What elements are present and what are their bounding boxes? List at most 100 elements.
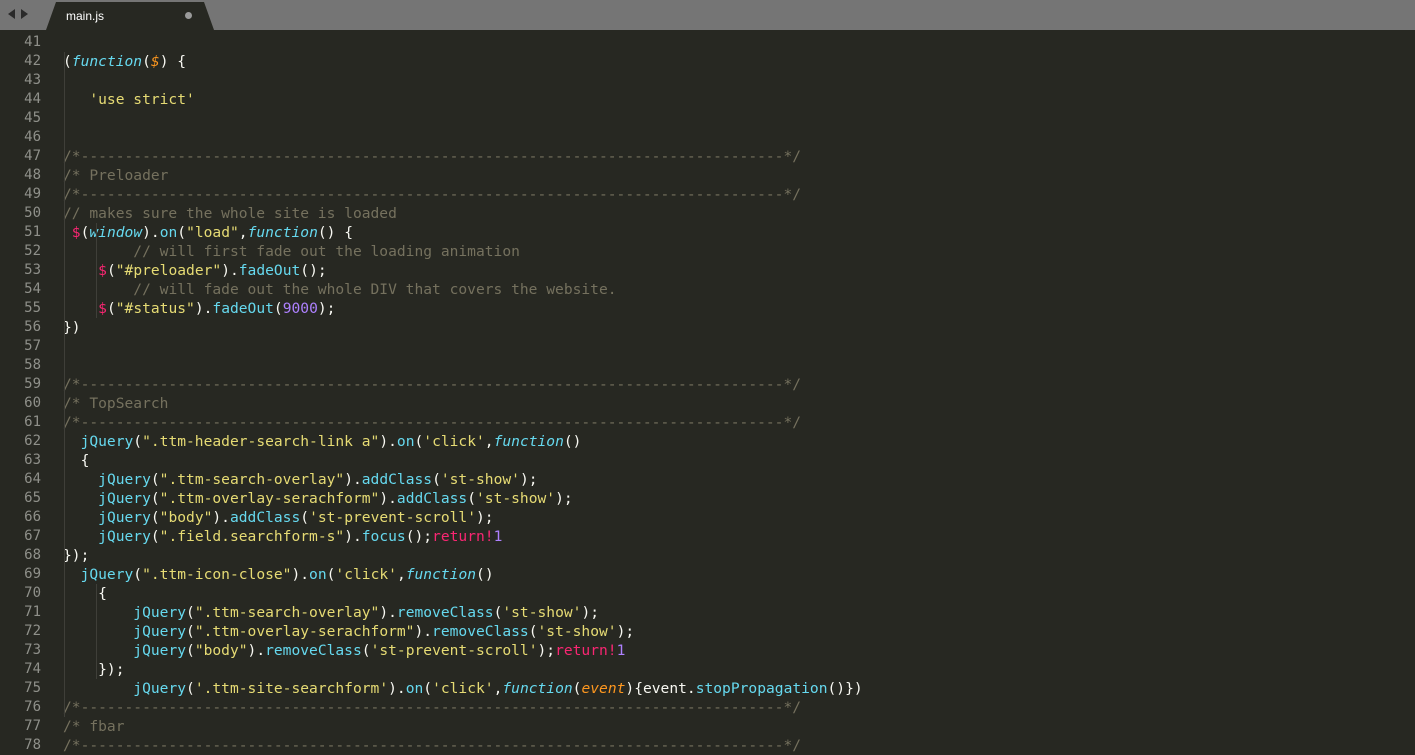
- line-number: 41: [24, 34, 41, 50]
- line-number: 51: [24, 224, 41, 240]
- code-text: /*--------------------------------------…: [63, 186, 802, 203]
- code-text: jQuery(".ttm-overlay-serachform").addCla…: [98, 490, 573, 507]
- code-text: }): [63, 319, 81, 336]
- code-line[interactable]: 70 {: [0, 584, 1415, 603]
- code-line[interactable]: 63 {: [0, 451, 1415, 470]
- line-number: 58: [24, 357, 41, 373]
- code-line[interactable]: 57: [0, 337, 1415, 356]
- code-text: $("#status").fadeOut(9000);: [98, 300, 336, 317]
- code-text: /* fbar: [63, 718, 125, 735]
- code-text: $(window).on("load",function() {: [71, 224, 354, 241]
- chevron-right-icon[interactable]: [21, 9, 28, 19]
- code-text: {: [63, 585, 107, 602]
- code-line[interactable]: 51 $(window).on("load",function() {: [0, 223, 1415, 242]
- code-line[interactable]: 72 jQuery(".ttm-overlay-serachform").rem…: [0, 622, 1415, 641]
- code-line[interactable]: 64 jQuery(".ttm-search-overlay").addClas…: [0, 470, 1415, 489]
- code-line[interactable]: 76 /*------------------------------------…: [0, 698, 1415, 717]
- line-number: 73: [24, 642, 41, 658]
- code-text: /*--------------------------------------…: [63, 148, 802, 165]
- line-number: 75: [24, 680, 41, 696]
- code-text: jQuery(".field.searchform-s").focus();re…: [98, 528, 503, 545]
- code-line[interactable]: 50 // makes sure the whole site is loaded: [0, 204, 1415, 223]
- code-line[interactable]: 53 $("#preloader").fadeOut();: [0, 261, 1415, 280]
- code-text: jQuery(".ttm-search-overlay").removeClas…: [133, 604, 600, 621]
- code-line[interactable]: 45: [0, 109, 1415, 128]
- code-text: jQuery(".ttm-icon-close").on('click',fun…: [80, 566, 494, 583]
- line-number: 74: [24, 661, 41, 677]
- code-text: jQuery("body").addClass('st-prevent-scro…: [98, 509, 494, 526]
- code-text: (function($) {: [63, 53, 187, 70]
- line-number: 43: [24, 72, 41, 88]
- line-number: 65: [24, 490, 41, 506]
- code-line[interactable]: 75 jQuery('.ttm-site-searchform').on('cl…: [0, 679, 1415, 698]
- code-text: /* TopSearch: [63, 395, 169, 412]
- code-text: /* Preloader: [63, 167, 169, 184]
- code-line[interactable]: 41: [0, 33, 1415, 52]
- code-line[interactable]: 56}): [0, 318, 1415, 337]
- code-line[interactable]: 59 /*------------------------------------…: [0, 375, 1415, 394]
- line-number: 57: [24, 338, 41, 354]
- code-line[interactable]: 73 jQuery("body").removeClass('st-preven…: [0, 641, 1415, 660]
- line-number: 42: [24, 53, 41, 69]
- line-number: 59: [24, 376, 41, 392]
- code-text: 'use strict': [89, 91, 195, 108]
- tab-navigation: [8, 7, 28, 21]
- line-number: 61: [24, 414, 41, 430]
- code-text: /*--------------------------------------…: [63, 699, 802, 716]
- indent-guide: [96, 584, 97, 679]
- line-number: 54: [24, 281, 41, 297]
- code-text: jQuery(".ttm-search-overlay").addClass('…: [98, 471, 538, 488]
- tab-bar: main.js: [0, 0, 1415, 30]
- code-line[interactable]: 46: [0, 128, 1415, 147]
- line-number: 70: [24, 585, 41, 601]
- line-number: 76: [24, 699, 41, 715]
- line-number: 72: [24, 623, 41, 639]
- code-line[interactable]: 60 /* TopSearch: [0, 394, 1415, 413]
- code-line[interactable]: 65 jQuery(".ttm-overlay-serachform").add…: [0, 489, 1415, 508]
- indent-guide: [64, 52, 65, 717]
- code-text: jQuery(".ttm-header-search-link a").on('…: [80, 433, 582, 450]
- code-line[interactable]: 47 /*------------------------------------…: [0, 147, 1415, 166]
- line-number: 46: [24, 129, 41, 145]
- code-text: // will first fade out the loading anima…: [133, 243, 520, 260]
- code-text: /*--------------------------------------…: [63, 376, 802, 393]
- code-text: jQuery('.ttm-site-searchform').on('click…: [133, 680, 863, 697]
- line-number: 67: [24, 528, 41, 544]
- code-line[interactable]: 52 // will first fade out the loading an…: [0, 242, 1415, 261]
- code-text: {: [63, 452, 90, 469]
- line-number: 62: [24, 433, 41, 449]
- code-line[interactable]: 69 jQuery(".ttm-icon-close").on('click',…: [0, 565, 1415, 584]
- code-editor[interactable]: 41 42 (function($) { 43 44 'use strict' 45 46 4…: [0, 33, 1415, 754]
- line-number: 53: [24, 262, 41, 278]
- code-line[interactable]: 62 jQuery(".ttm-header-search-link a").o…: [0, 432, 1415, 451]
- code-line[interactable]: 68});: [0, 546, 1415, 565]
- code-line[interactable]: 49 /*------------------------------------…: [0, 185, 1415, 204]
- line-number: 68: [24, 547, 41, 563]
- line-number: 69: [24, 566, 41, 582]
- code-text: jQuery(".ttm-overlay-serachform").remove…: [133, 623, 635, 640]
- tab-main-js[interactable]: main.js: [46, 2, 214, 30]
- code-line[interactable]: 48 /* Preloader: [0, 166, 1415, 185]
- code-line[interactable]: 67 jQuery(".field.searchform-s").focus()…: [0, 527, 1415, 546]
- code-line[interactable]: 54 // will fade out the whole DIV that c…: [0, 280, 1415, 299]
- code-line[interactable]: 43: [0, 71, 1415, 90]
- chevron-left-icon[interactable]: [8, 9, 15, 19]
- code-line[interactable]: 77 /* fbar: [0, 717, 1415, 736]
- code-line[interactable]: 66 jQuery("body").addClass('st-prevent-s…: [0, 508, 1415, 527]
- code-line[interactable]: 71 jQuery(".ttm-search-overlay").removeC…: [0, 603, 1415, 622]
- code-line[interactable]: 61 /*------------------------------------…: [0, 413, 1415, 432]
- code-text: /*--------------------------------------…: [63, 737, 802, 754]
- code-text: });: [63, 661, 125, 678]
- code-line[interactable]: 78 /*------------------------------------…: [0, 736, 1415, 755]
- line-number: 77: [24, 718, 41, 734]
- code-line[interactable]: 74 });: [0, 660, 1415, 679]
- code-text: $("#preloader").fadeOut();: [98, 262, 327, 279]
- unsaved-dot-icon[interactable]: [185, 12, 192, 19]
- code-line[interactable]: 42 (function($) {: [0, 52, 1415, 71]
- code-line[interactable]: 44 'use strict': [0, 90, 1415, 109]
- line-number: 52: [24, 243, 41, 259]
- code-text: // makes sure the whole site is loaded: [63, 205, 397, 222]
- line-number: 50: [24, 205, 41, 221]
- code-line[interactable]: 58: [0, 356, 1415, 375]
- code-line[interactable]: 55 $("#status").fadeOut(9000);: [0, 299, 1415, 318]
